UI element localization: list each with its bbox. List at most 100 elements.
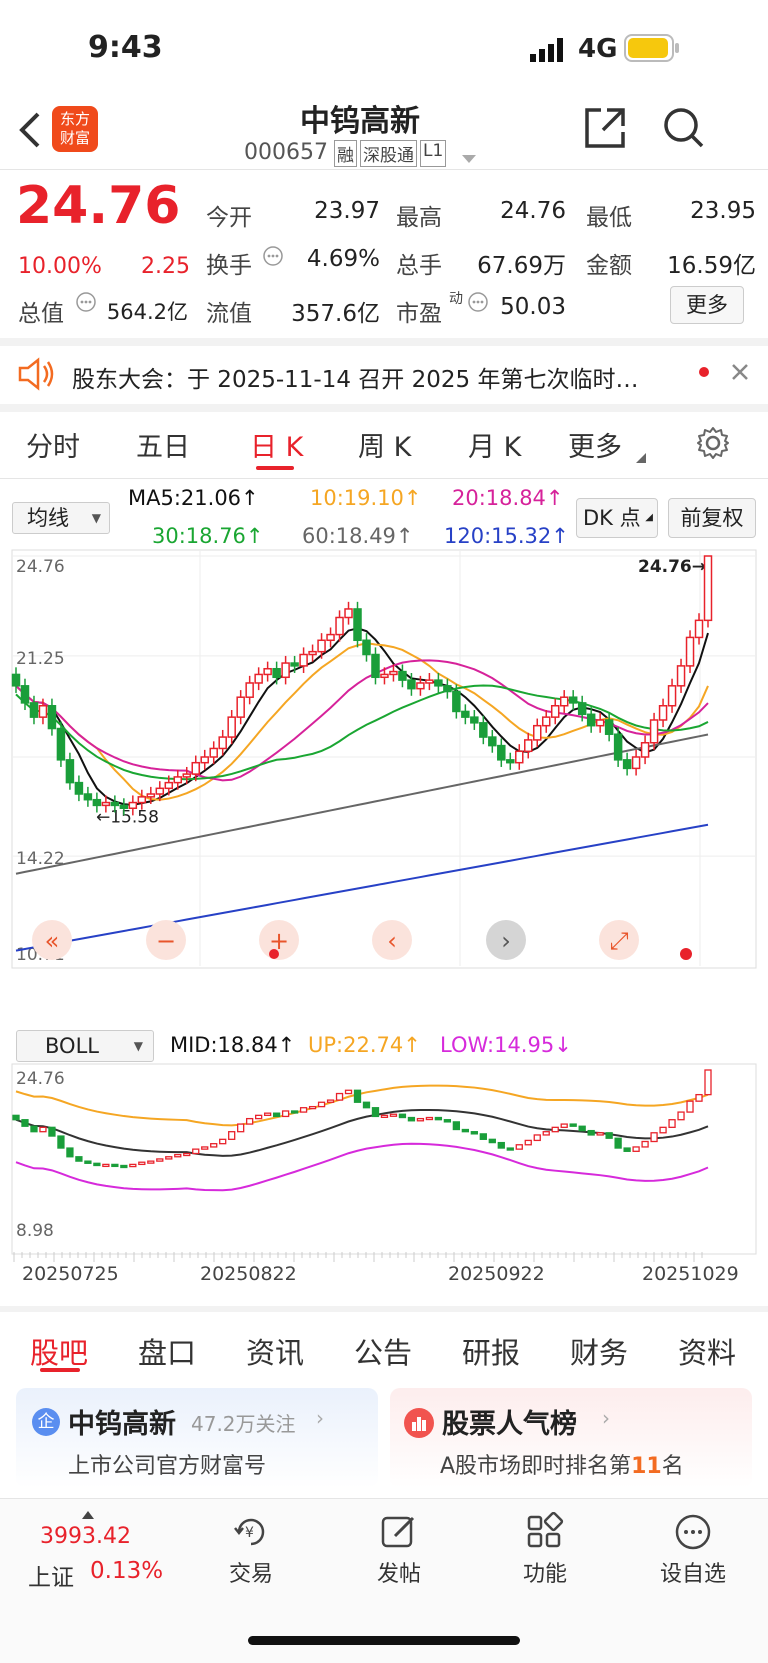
tab-orderbook[interactable]: 盘口	[138, 1330, 196, 1372]
candle-body	[694, 619, 704, 639]
company-card-desc: 上市公司官方财富号	[68, 1454, 267, 1479]
boll-candle	[335, 1092, 344, 1101]
popularity-card[interactable]: 股票人气榜 › A股市场即时排名第11名	[390, 1388, 752, 1488]
tab-more[interactable]: 更多	[568, 425, 622, 464]
candle-body	[137, 796, 147, 804]
amount-value: 16.59亿	[667, 253, 756, 279]
low-label: 最低	[586, 205, 632, 231]
boll-candle	[560, 1123, 568, 1128]
nav-trade[interactable]: ¥ 交易	[196, 1512, 306, 1588]
boll-candle	[506, 1147, 514, 1151]
tab-news[interactable]: 资讯	[246, 1330, 304, 1372]
boll-candle	[425, 1116, 434, 1121]
candle-body	[173, 776, 183, 784]
candle-body	[128, 801, 138, 809]
boll-candle	[362, 1101, 371, 1109]
high-value: 24.76	[500, 198, 566, 224]
kline-chart[interactable]: 24.7621.2514.2210.71←15.5824.76→«−+‹›⤢	[0, 548, 768, 1028]
boll-candle	[192, 1148, 200, 1155]
candle-body	[119, 804, 129, 809]
boll-candle	[254, 1114, 263, 1120]
boll-candle	[551, 1126, 559, 1133]
chevron-right-icon: ›	[602, 1406, 610, 1430]
dk-point-button[interactable]: DK 点 ◢	[576, 498, 658, 538]
boll-select[interactable]: BOLL ▼	[16, 1030, 154, 1062]
expand-up-icon[interactable]	[82, 1504, 94, 1523]
tab-daily-k[interactable]: 日 K	[250, 425, 303, 464]
boll-candle	[174, 1153, 182, 1158]
boll-candle	[632, 1146, 640, 1152]
boll-candle	[165, 1156, 173, 1160]
close-icon[interactable]	[730, 362, 750, 386]
boll-candle	[497, 1141, 505, 1149]
boll-candle	[290, 1110, 299, 1114]
tab-intraday[interactable]: 分时	[26, 425, 80, 464]
candle-body	[676, 665, 686, 687]
boll-candle	[587, 1129, 595, 1136]
company-card[interactable]: 企 中钨高新 47.2万关注 › 上市公司官方财富号	[16, 1388, 378, 1488]
tab-monthly-k[interactable]: 月 K	[468, 425, 521, 464]
boll-candle	[246, 1117, 254, 1125]
boll-candle	[317, 1101, 326, 1108]
market-cap-value: 564.2亿	[106, 300, 188, 324]
candle-body	[550, 705, 560, 718]
share-icon[interactable]	[583, 106, 627, 154]
boll-candle	[21, 1119, 29, 1127]
adjust-button[interactable]: 前复权	[668, 498, 756, 538]
stock-code: 000657	[244, 140, 328, 165]
tab-announcements[interactable]: 公告	[354, 1330, 412, 1372]
boll-candle	[102, 1163, 110, 1168]
boll-up-legend: UP:22.74↑	[308, 1033, 421, 1057]
nav-functions[interactable]: 功能	[490, 1512, 600, 1588]
boll-candle	[156, 1158, 164, 1162]
tab-indicator	[40, 1368, 80, 1372]
settings-gear-icon[interactable]	[696, 426, 730, 464]
tab-forum[interactable]: 股吧	[30, 1330, 88, 1372]
search-icon[interactable]	[662, 106, 706, 154]
boll-candle	[75, 1156, 83, 1162]
candle-body	[74, 781, 84, 795]
boll-candle	[569, 1123, 577, 1127]
index-value[interactable]: 3993.42	[40, 1524, 131, 1549]
tab-weekly-k[interactable]: 周 K	[358, 425, 411, 464]
boll-candle	[434, 1116, 443, 1121]
back-icon[interactable]	[16, 110, 44, 154]
nav-add-watchlist[interactable]: 设自选	[638, 1512, 748, 1588]
notice-text[interactable]: 股东大会：于 2025-11-14 召开 2025 年第七次临时…	[72, 360, 680, 394]
tab-financials[interactable]: 财务	[570, 1330, 628, 1372]
nav-functions-label: 功能	[522, 1562, 567, 1587]
boll-chart[interactable]: 24.76 8.98 20250725 20250822 20250922 2025102…	[0, 1062, 768, 1316]
tab-research[interactable]: 研报	[462, 1330, 520, 1372]
nav-trade-label: 交易	[228, 1562, 273, 1587]
x-tick-label: 20250922	[448, 1263, 545, 1285]
boll-candle	[326, 1099, 335, 1103]
boll-frame	[11, 1063, 757, 1255]
company-icon: 企	[32, 1408, 60, 1436]
tab-profile[interactable]: 资料	[678, 1330, 736, 1372]
volume-value: 67.69万	[477, 253, 566, 279]
boll-candle	[461, 1128, 470, 1133]
candle-body	[362, 639, 371, 656]
info-icon[interactable]	[76, 292, 96, 316]
candle-body	[479, 722, 488, 738]
candle-body	[416, 682, 425, 690]
candle-body	[667, 685, 677, 707]
boll-candle	[524, 1139, 532, 1146]
tab-five-day[interactable]: 五日	[136, 425, 190, 464]
network-label: 4G	[578, 34, 618, 64]
company-card-title: 中钨高新	[68, 1409, 176, 1440]
market-cap-label: 总值	[18, 301, 64, 327]
nav-post[interactable]: 发帖	[344, 1512, 454, 1588]
info-icon[interactable]	[468, 292, 488, 316]
indicator-select[interactable]: 均线 ▼	[12, 502, 110, 534]
boll-candle	[129, 1163, 137, 1168]
dropdown-icon[interactable]	[462, 148, 476, 167]
boll-up-line	[15, 1084, 709, 1127]
candle-body	[622, 759, 632, 770]
marker-dot	[680, 948, 692, 960]
candle-body	[649, 719, 659, 744]
badge-level: L1	[420, 140, 447, 167]
boll-candle	[398, 1113, 407, 1119]
more-button[interactable]: 更多	[670, 286, 744, 324]
candle-body	[65, 759, 75, 784]
